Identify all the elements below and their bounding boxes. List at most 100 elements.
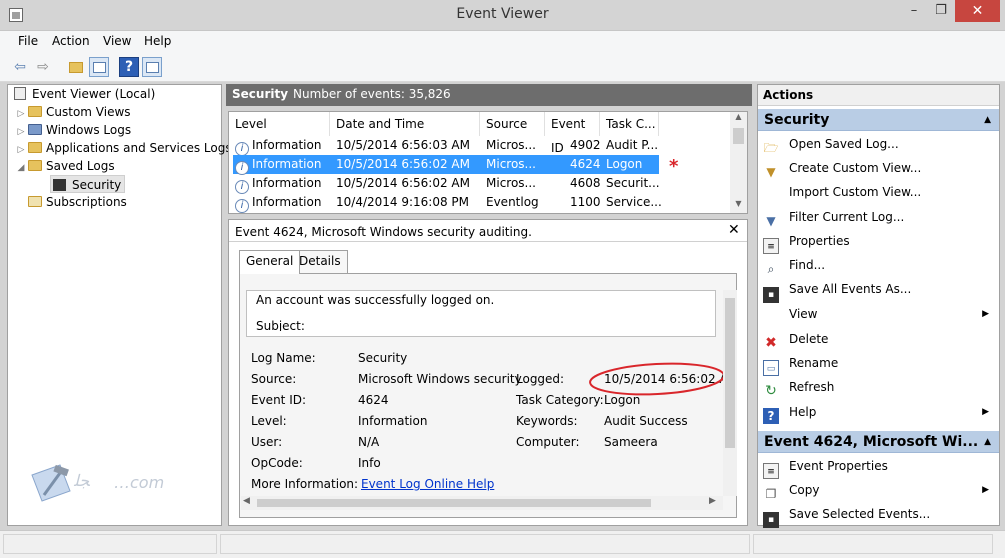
scroll-down-icon[interactable]: ▼ <box>730 199 747 213</box>
window-title: Event Viewer <box>456 6 549 22</box>
collapse-arrow-icon[interactable]: ◢ <box>16 159 26 177</box>
information-icon: i <box>235 199 249 213</box>
collapse-icon[interactable]: ▲ <box>984 109 991 130</box>
scroll-thumb[interactable] <box>257 499 651 507</box>
column-header-source[interactable]: Source <box>480 112 545 136</box>
action-create-custom-view[interactable]: ▼ Create Custom View... <box>763 157 993 179</box>
show-hide-tree-icon[interactable] <box>89 57 109 77</box>
table-row[interactable]: i Information 10/4/2014 9:16:08 PM Eventl… <box>233 193 662 213</box>
minimize-button[interactable]: – <box>900 0 928 22</box>
event-message-subject: Subject: <box>256 319 305 331</box>
label-event-id: Event ID: <box>251 393 307 407</box>
event-list: Level Date and Time Source Event ID Task… <box>228 111 748 214</box>
collapse-icon[interactable]: ▲ <box>984 431 991 452</box>
restore-button[interactable]: ❐ <box>927 0 955 22</box>
menu-help[interactable]: Help <box>144 34 171 48</box>
value-keywords: Audit Success <box>604 414 688 428</box>
scroll-left-icon[interactable]: ◀ <box>243 496 250 506</box>
tab-general[interactable]: General <box>239 250 301 274</box>
tab-details[interactable]: Details <box>292 250 348 273</box>
saved-log-icon <box>53 179 66 191</box>
column-header-event-id[interactable]: Event ID <box>545 112 600 155</box>
show-hide-action-pane-icon[interactable] <box>142 57 162 77</box>
action-delete[interactable]: ✖ Delete <box>763 328 993 351</box>
submenu-arrow-icon: ▶ <box>982 485 989 495</box>
scroll-thumb[interactable] <box>725 298 735 448</box>
information-icon: i <box>235 180 249 194</box>
label-source: Source: <box>251 372 297 386</box>
label-opcode: OpCode: <box>251 456 303 470</box>
blank-icon <box>763 184 779 200</box>
event-log-online-help-link[interactable]: Event Log Online Help <box>361 477 494 491</box>
tree-item-applications-services-logs[interactable]: ▷ Applications and Services Logs <box>16 139 232 157</box>
action-import-custom-view[interactable]: Import Custom View... <box>763 181 993 203</box>
actions-pane: Actions Security ▲ 🗁 Open Saved Log... ▼ C… <box>757 84 1000 528</box>
table-row[interactable]: i Information 10/5/2014 6:56:03 AM Micros… <box>233 136 659 156</box>
action-rename[interactable]: ▭ Rename <box>763 352 993 376</box>
status-panel <box>753 534 993 554</box>
tree-item-event-viewer-local[interactable]: Event Viewer (Local) <box>14 85 155 103</box>
save-icon: ▪ <box>763 512 779 528</box>
section-header-security[interactable]: Security ▲ <box>758 109 999 131</box>
tree-item-security-log[interactable]: Security <box>50 175 126 193</box>
menu-view[interactable]: View <box>103 34 131 48</box>
scroll-right-icon[interactable]: ▶ <box>709 496 716 506</box>
information-icon: i <box>235 161 249 175</box>
action-open-saved-log[interactable]: 🗁 Open Saved Log... <box>763 133 993 155</box>
tree-item-windows-logs[interactable]: ▷ Windows Logs <box>16 121 132 139</box>
menu-action[interactable]: Action <box>52 34 90 48</box>
table-row-selected[interactable]: i Information 10/5/2014 6:56:02 AM Micros… <box>233 155 659 175</box>
windows-logs-icon <box>28 124 42 135</box>
action-refresh[interactable]: ↻ Refresh <box>763 376 993 399</box>
action-find[interactable]: ⌕ Find... <box>763 254 993 276</box>
back-arrow-icon[interactable]: ⇦ <box>10 57 30 77</box>
action-save-selected-events[interactable]: ▪ Save Selected Events... <box>763 503 993 528</box>
value-level: Information <box>358 414 428 428</box>
table-row[interactable]: i Information 10/5/2014 6:56:02 AM Micros… <box>233 174 660 194</box>
action-view-menu[interactable]: View ▶ <box>763 303 993 325</box>
forward-arrow-icon[interactable]: ⇨ <box>33 57 53 77</box>
scroll-thumb[interactable] <box>733 128 744 144</box>
event-message-box[interactable]: An account was successfully logged on. S… <box>246 290 716 337</box>
open-folder-icon: 🗁 <box>763 141 779 155</box>
action-help[interactable]: ? Help ▶ <box>763 401 993 424</box>
submenu-arrow-icon: ▶ <box>982 309 989 319</box>
tree-item-custom-views[interactable]: ▷ Custom Views <box>16 103 131 121</box>
value-event-id: 4624 <box>358 393 389 407</box>
tree-item-saved-logs[interactable]: ◢ Saved Logs <box>16 157 115 175</box>
action-event-properties[interactable]: ≡ Event Properties <box>763 455 993 479</box>
detail-close-icon[interactable]: ✕ <box>728 222 740 238</box>
action-filter-current-log[interactable]: ▼ Filter Current Log... <box>763 206 993 228</box>
menu-file[interactable]: File <box>18 34 38 48</box>
column-header-task[interactable]: Task C... <box>600 112 659 136</box>
annotation-ellipse <box>589 362 725 396</box>
subscriptions-icon <box>28 196 42 207</box>
action-copy[interactable]: ❐ Copy ▶ <box>763 479 993 501</box>
label-user: User: <box>251 435 283 449</box>
detail-vertical-scrollbar[interactable] <box>723 290 737 496</box>
event-properties-icon: ≡ <box>763 463 779 479</box>
action-save-all-events[interactable]: ▪ Save All Events As... <box>763 278 993 303</box>
information-icon: i <box>235 142 249 156</box>
tree-item-subscriptions[interactable]: Subscriptions <box>26 193 127 211</box>
column-header-level[interactable]: Level <box>229 112 330 136</box>
delete-icon: ✖ <box>765 335 777 351</box>
section-header-event[interactable]: Event 4624, Microsoft Wi... ▲ <box>758 431 999 453</box>
column-header-date[interactable]: Date and Time <box>330 112 480 136</box>
detail-horizontal-scrollbar[interactable]: ◀ ▶ <box>241 496 723 510</box>
folder-up-icon[interactable] <box>66 57 86 77</box>
value-computer: Sameera <box>604 435 658 449</box>
event-viewer-icon <box>14 87 26 100</box>
properties-icon: ≡ <box>763 238 779 254</box>
log-title: Security <box>232 87 289 101</box>
label-more-information: More Information: <box>251 477 359 491</box>
help-icon[interactable]: ? <box>119 57 139 77</box>
event-list-scrollbar[interactable]: ▲ ▼ <box>730 112 747 213</box>
close-button[interactable]: ✕ <box>955 0 1000 22</box>
action-properties[interactable]: ≡ Properties <box>763 230 993 254</box>
scroll-up-icon[interactable]: ▲ <box>730 112 747 126</box>
filter-icon: ▼ <box>766 165 776 179</box>
event-detail-pane: Event 4624, Microsoft Windows security a… <box>228 219 748 526</box>
filter-icon: ▼ <box>766 214 776 228</box>
status-panel <box>220 534 750 554</box>
